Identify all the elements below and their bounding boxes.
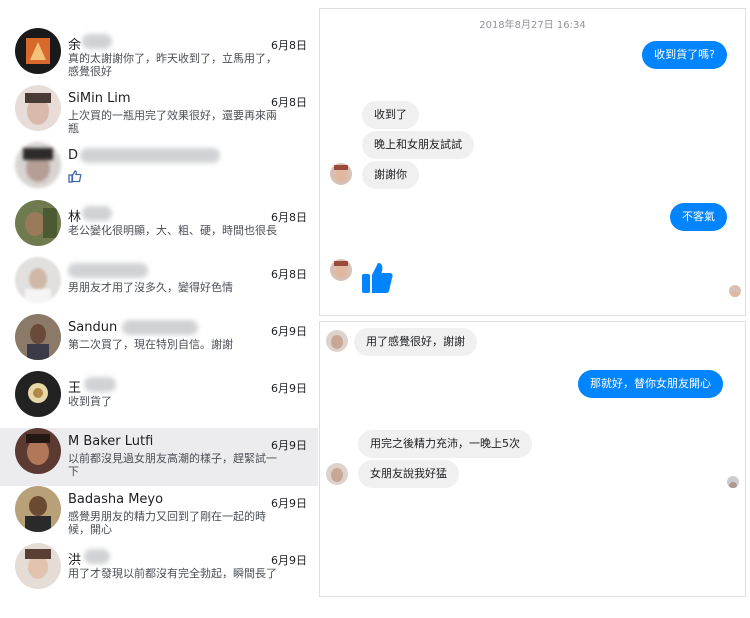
thumbs-up-icon bbox=[360, 261, 394, 299]
conversation-item[interactable]: 林 6月8日 老公變化很明顯，大、粗、硬，時間也很長 bbox=[0, 199, 318, 257]
contact-name: D bbox=[68, 148, 79, 164]
message-date: 6月9日 bbox=[271, 496, 307, 510]
avatar bbox=[15, 142, 61, 189]
outgoing-message: 收到貨了嗎? bbox=[642, 41, 727, 69]
avatar bbox=[15, 371, 61, 418]
outgoing-message: 那就好，替你女朋友開心 bbox=[578, 370, 723, 398]
message-timestamp: 2018年8月27日 16:34 bbox=[479, 20, 586, 31]
avatar bbox=[15, 199, 61, 246]
message-preview: 用了才發現以前都沒有完全勃起，瞬間長了 bbox=[68, 566, 277, 580]
incoming-message: 用了感覺很好，謝謝 bbox=[354, 328, 477, 356]
conversation-list: 余 6月8日 真的太謝謝你了，昨天收到了，立馬用了，感覺很好 SiMin Lim… bbox=[0, 28, 318, 600]
seen-avatar bbox=[727, 476, 739, 488]
message-preview: 真的太謝謝你了，昨天收到了，立馬用了，感覺很好 bbox=[68, 52, 277, 78]
thumbs-up-icon bbox=[68, 168, 82, 187]
conversation-item[interactable]: 王 6月9日 收到貨了 bbox=[0, 371, 318, 428]
incoming-message: 用完之後精力充沛，一晚上5次 bbox=[358, 430, 532, 458]
chat-panel-top: 2018年8月27日 16:34 收到貨了嗎? 收到了 晚上和女朋友試試 謝謝你… bbox=[319, 8, 746, 316]
chat-panel-bottom: 用了感覺很好，謝謝 那就好，替你女朋友開心 用完之後精力充沛，一晚上5次 女朋友… bbox=[319, 321, 746, 597]
sender-avatar bbox=[330, 259, 352, 281]
blurred-name bbox=[84, 548, 110, 564]
contact-name: Sandun bbox=[68, 319, 118, 335]
message-preview: 以前都沒見過女朋友高潮的樣子，趕緊試一下 bbox=[68, 452, 277, 479]
message-date: 6月8日 bbox=[271, 210, 307, 224]
avatar bbox=[15, 428, 61, 475]
conversation-item[interactable]: Sandun 6月9日 第二次買了，現在特別自信。謝謝 bbox=[0, 313, 318, 371]
message-date: 6月8日 bbox=[271, 96, 307, 110]
incoming-message: 晚上和女朋友試試 bbox=[362, 131, 474, 159]
message-preview: 老公變化很明顯，大、粗、硬，時間也很長 bbox=[68, 223, 277, 237]
conversation-item[interactable]: Badasha Meyo 6月9日 感覺男朋友的精力又回到了剛在一起的時候，開心 bbox=[0, 485, 318, 543]
conversation-item-selected[interactable]: M Baker Lutfi 6月9日 以前都沒見過女朋友高潮的樣子，趕緊試一下 bbox=[0, 428, 318, 486]
contact-name: Badasha Meyo bbox=[68, 491, 164, 507]
outgoing-message: 不客氣 bbox=[670, 203, 727, 231]
contact-name: M Baker Lutfi bbox=[68, 434, 154, 450]
blurred-name bbox=[82, 205, 112, 221]
avatar bbox=[15, 85, 61, 132]
conversation-item[interactable]: D bbox=[0, 142, 318, 199]
avatar bbox=[15, 28, 61, 74]
contact-name: 王 bbox=[68, 381, 82, 397]
message-date: 6月8日 bbox=[271, 39, 307, 52]
blurred-name bbox=[68, 262, 148, 278]
message-preview: 感覺男朋友的精力又回到了剛在一起的時候，開心 bbox=[68, 509, 266, 536]
message-preview: 第二次買了，現在特別自信。謝謝 bbox=[68, 337, 233, 351]
message-date: 6月8日 bbox=[271, 267, 307, 281]
incoming-message: 女朋友說我好猛 bbox=[358, 460, 459, 488]
sender-avatar bbox=[326, 463, 348, 485]
conversation-item[interactable]: SiMin Lim 6月8日 上次買的一瓶用完了效果很好，還要再來兩瓶 bbox=[0, 85, 318, 142]
avatar bbox=[15, 485, 61, 532]
conversation-item[interactable]: 洪 6月9日 用了才發現以前都沒有完全勃起，瞬間長了 bbox=[0, 542, 318, 600]
avatar bbox=[15, 256, 61, 303]
sender-avatar bbox=[330, 163, 352, 185]
message-date: 6月9日 bbox=[271, 324, 307, 338]
conversation-item[interactable]: 6月8日 男朋友才用了沒多久，變得好色情 bbox=[0, 256, 318, 314]
contact-name: 林 bbox=[68, 209, 82, 225]
conversation-item[interactable]: 余 6月8日 真的太謝謝你了，昨天收到了，立馬用了，感覺很好 bbox=[0, 28, 318, 85]
avatar bbox=[15, 313, 61, 360]
incoming-message: 收到了 bbox=[362, 101, 419, 129]
contact-name: 余 bbox=[68, 38, 82, 53]
blurred-name bbox=[80, 148, 220, 164]
blurred-name bbox=[84, 377, 116, 393]
blurred-name bbox=[122, 319, 198, 335]
message-date: 6月9日 bbox=[271, 382, 307, 396]
blurred-name bbox=[82, 34, 112, 49]
message-date: 6月9日 bbox=[271, 553, 307, 567]
message-date: 6月9日 bbox=[271, 439, 307, 453]
incoming-message: 謝謝你 bbox=[362, 161, 419, 189]
message-preview: 收到貨了 bbox=[68, 395, 112, 409]
contact-name: 洪 bbox=[68, 552, 82, 568]
avatar bbox=[15, 542, 61, 589]
sender-avatar bbox=[326, 330, 348, 352]
message-preview: 男朋友才用了沒多久，變得好色情 bbox=[68, 280, 233, 294]
contact-name: SiMin Lim bbox=[68, 91, 131, 107]
message-preview: 上次買的一瓶用完了效果很好，還要再來兩瓶 bbox=[68, 109, 277, 136]
seen-avatar bbox=[729, 285, 741, 297]
